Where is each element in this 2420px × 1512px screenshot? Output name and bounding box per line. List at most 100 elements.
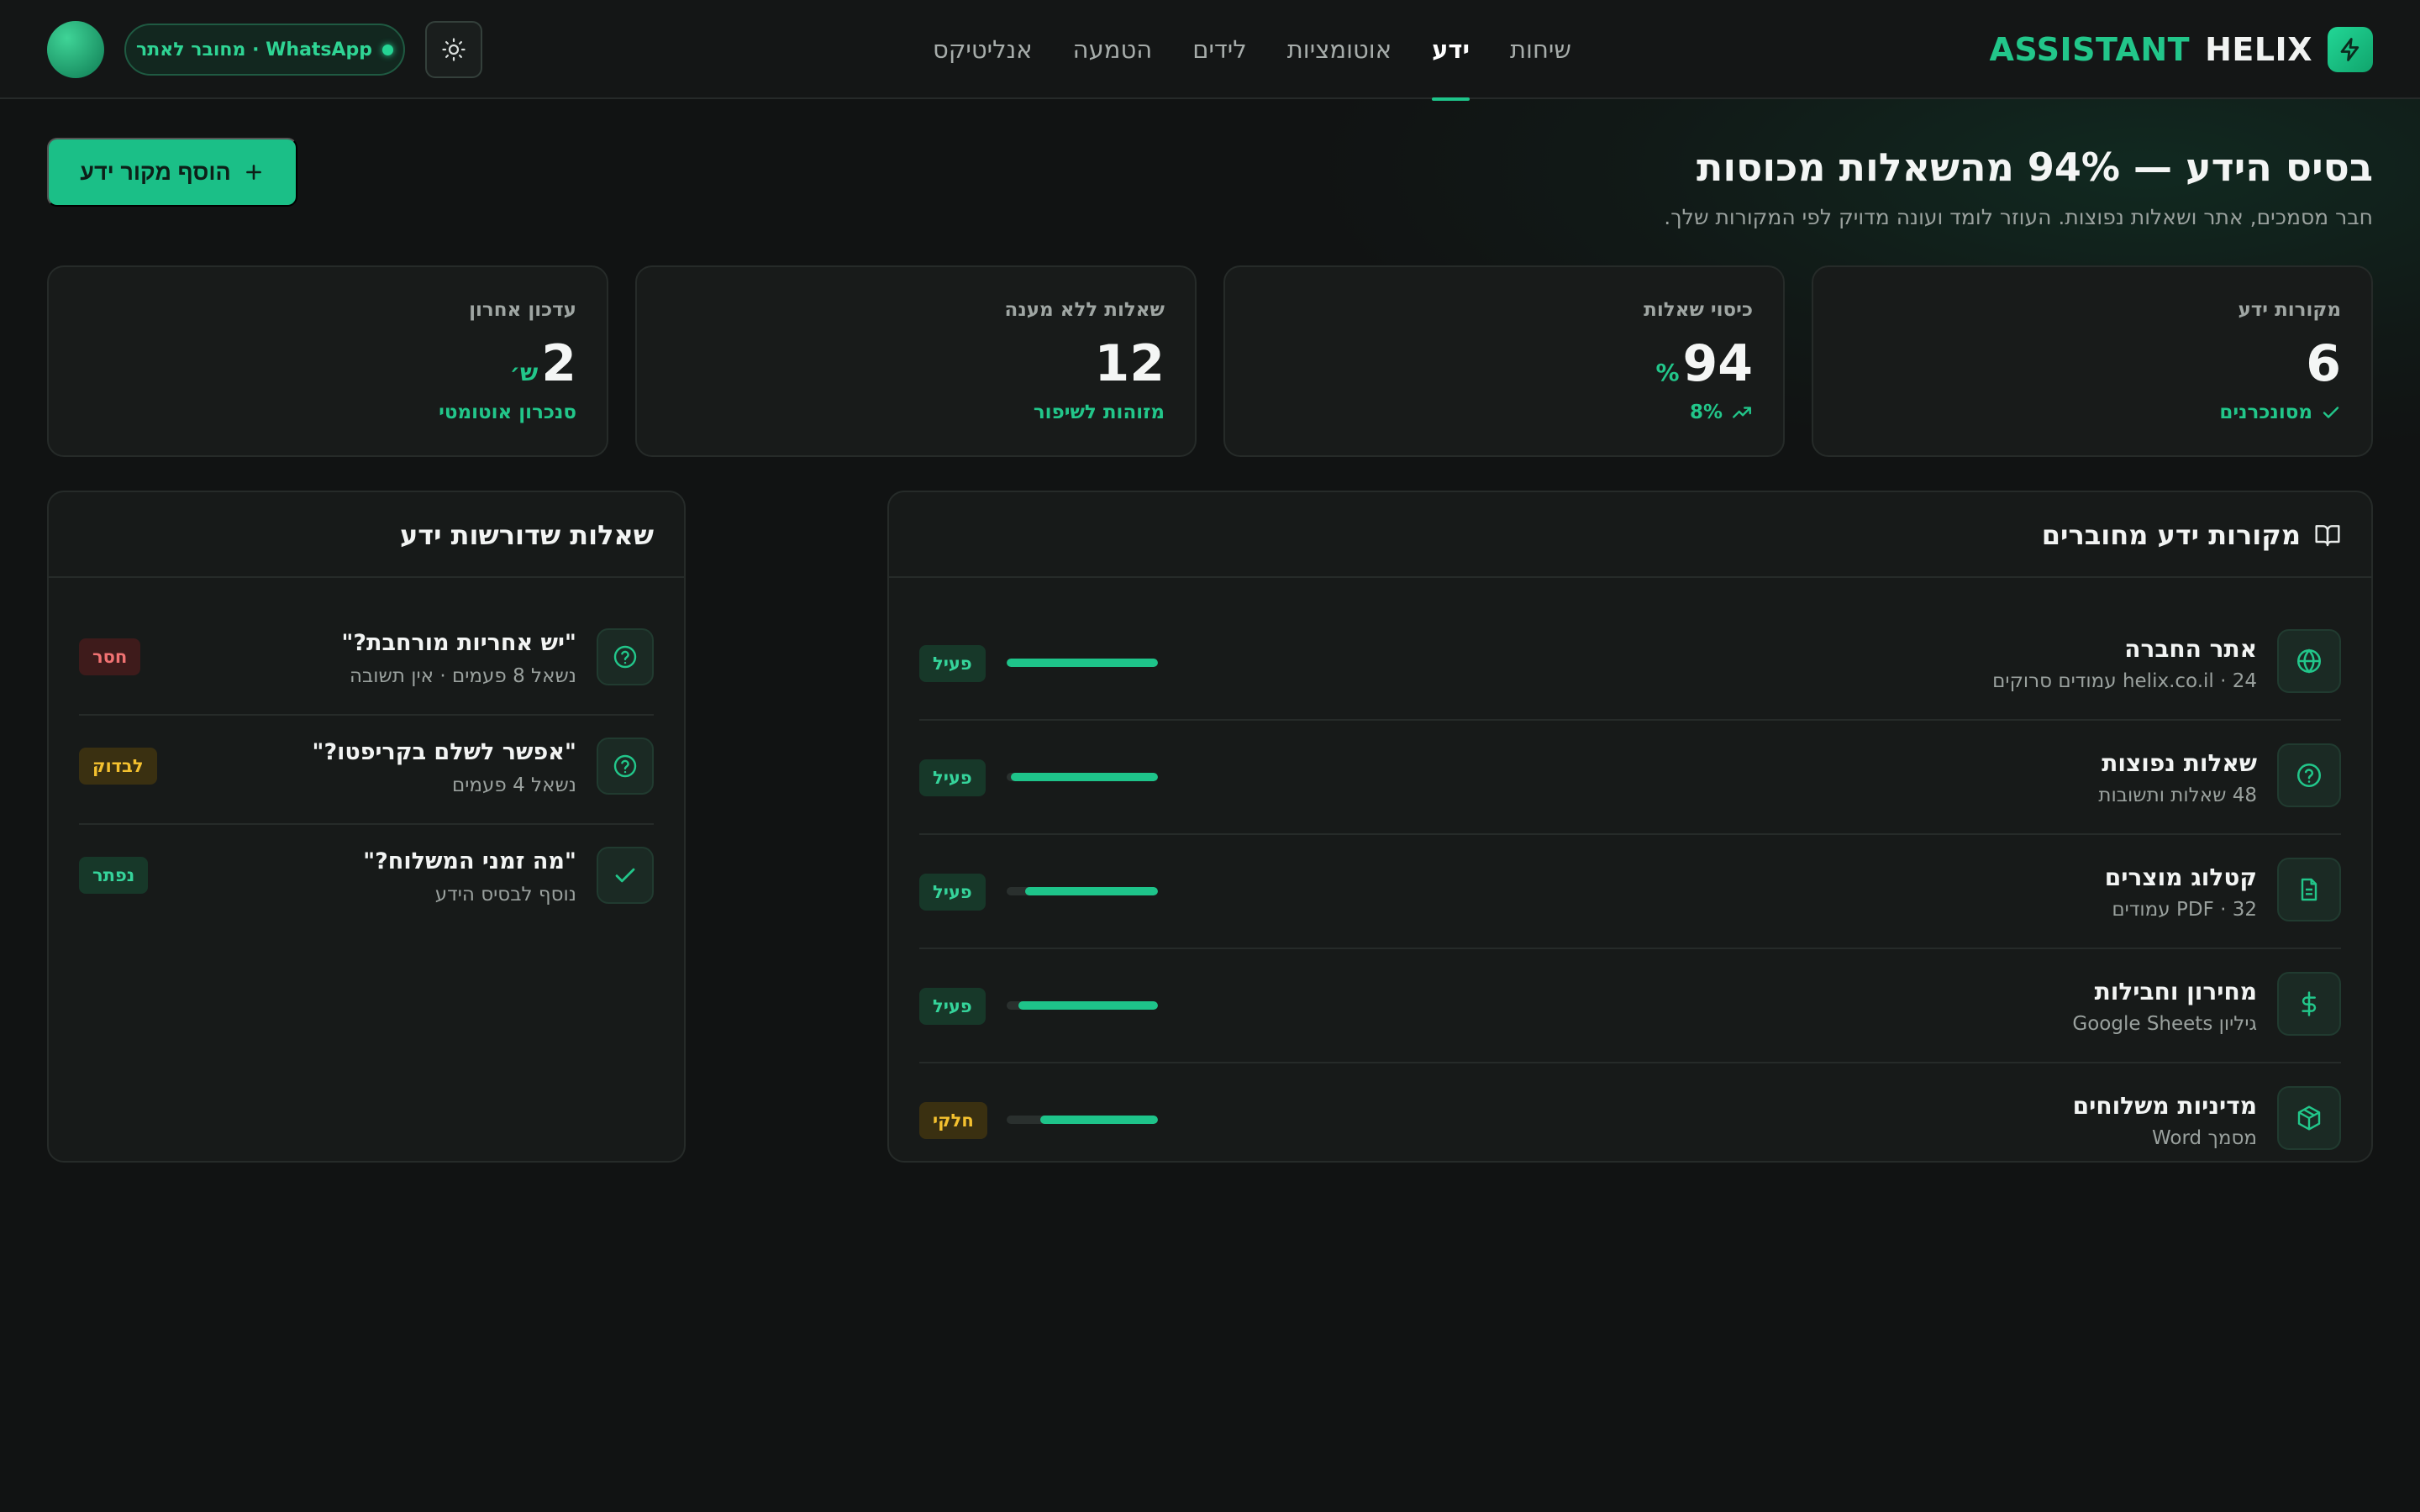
source-row[interactable]: מחירון וחבילות גיליון Google Sheets פעיל	[919, 949, 2341, 1063]
stat-number: 94	[1682, 334, 1754, 393]
source-row[interactable]: אתר החברה helix.co.il · 24 עמודים סרוקים…	[919, 606, 2341, 721]
stat-unit: ש׳	[509, 359, 539, 386]
add-knowledge-source-button[interactable]: הוסף מקור ידע	[47, 138, 297, 207]
nav-conversations[interactable]: שיחות	[1510, 0, 1571, 99]
whatsapp-status-text: WhatsApp · מחובר לאתר	[135, 39, 373, 60]
main-nav: אנליטיקס הטמעה לידים אוטומציות ידע שיחות	[933, 0, 1571, 101]
plus-icon	[243, 161, 265, 183]
nav-embed[interactable]: הטמעה	[1073, 0, 1153, 99]
nav-automations[interactable]: אוטומציות	[1287, 0, 1392, 99]
status-badge: נפתר	[79, 857, 149, 894]
source-row[interactable]: שאלות נפוצות 48 שאלות ותשובות פעיל	[919, 721, 2341, 835]
question-title: "יש אחריות מורחבת?"	[341, 630, 576, 656]
nav-analytics[interactable]: אנליטיקס	[933, 0, 1033, 99]
stat-card-unanswered: שאלות ללא מענה 12 מזוהות לשיפור	[635, 265, 1197, 457]
online-dot-icon	[382, 44, 394, 55]
status-badge: פעיל	[919, 874, 986, 911]
source-meta: helix.co.il · 24 עמודים סרוקים	[1992, 670, 2257, 692]
sources-panel-title: מקורות ידע מחוברים	[2042, 519, 2341, 551]
source-name: קטלוג מוצרים	[2104, 864, 2257, 891]
stat-card-sources: מקורות ידע 6 מסונכרנים	[1812, 265, 2373, 457]
check-icon	[2321, 402, 2341, 423]
theme-toggle-button[interactable]	[425, 21, 482, 78]
stat-unit: %	[1655, 359, 1680, 386]
source-name: מדיניות משלוחים	[2072, 1092, 2257, 1120]
globe-icon	[2277, 629, 2341, 693]
question-row[interactable]: "מה זמני המשלוח?" נוסף לבסיס הידע נפתר	[79, 825, 654, 934]
source-progress-fill	[1007, 659, 1158, 667]
source-progress-fill	[1018, 1001, 1158, 1010]
page-title: בסיס הידע — 94% מהשאלות מכוסות	[1696, 144, 2373, 190]
book-open-icon	[2314, 522, 2341, 549]
status-badge: חסר	[79, 638, 141, 675]
status-badge: חלקי	[919, 1102, 987, 1139]
bolt-icon	[2328, 27, 2373, 72]
check-icon	[597, 847, 654, 904]
stat-value: 94 %	[1655, 334, 1753, 393]
sources-panel-title-text: מקורות ידע מחוברים	[2041, 519, 2301, 551]
stat-card-last-update: עדכון אחרון 2 ש׳ סנכרון אוטומטי	[47, 265, 608, 457]
source-row[interactable]: מדיניות משלוחים מסמך Word חלקי	[919, 1063, 2341, 1161]
stat-foot-text: מזוהות לשיפור	[1033, 402, 1165, 423]
stat-number: 12	[1094, 334, 1165, 393]
stat-foot: סנכרון אוטומטי	[439, 402, 576, 423]
stat-foot: מזוהות לשיפור	[1034, 402, 1165, 423]
stat-label: כיסוי שאלות	[1644, 299, 1753, 321]
source-progress-fill	[1039, 1116, 1158, 1124]
brand[interactable]: ASSISTANT HELIX	[1990, 27, 2373, 72]
status-badge: פעיל	[919, 988, 986, 1025]
stat-label: עדכון אחרון	[469, 299, 576, 321]
source-name: מחירון וחבילות	[2094, 978, 2257, 1005]
stat-value: 6	[2306, 334, 2341, 393]
question-meta: נוסף לבסיס הידע	[434, 884, 576, 906]
source-progress-track	[1007, 773, 1158, 781]
source-meta: 48 שאלות ותשובות	[2098, 785, 2257, 806]
question-meta: נשאל 8 פעמים · אין תשובה	[349, 665, 576, 687]
stat-foot-text: 8%	[1689, 402, 1723, 423]
source-progress-track	[1007, 1001, 1158, 1010]
stat-foot: 8%	[1690, 402, 1753, 423]
stat-label: שאלות ללא מענה	[1004, 299, 1165, 321]
questions-panel-title: שאלות שדורשות ידע	[399, 519, 654, 551]
question-row[interactable]: "אפשר לשלם בקריפטו?" נשאל 4 פעמים לבדוק	[79, 716, 654, 825]
box-icon	[2277, 1086, 2341, 1150]
file-icon	[2277, 858, 2341, 921]
stat-value: 12	[1095, 334, 1165, 393]
stat-number: 2	[541, 334, 576, 393]
stat-foot-text: מסונכרנים	[2219, 402, 2312, 423]
whatsapp-status-pill[interactable]: WhatsApp · מחובר לאתר	[124, 24, 405, 76]
nav-leads[interactable]: לידים	[1192, 0, 1247, 99]
stat-value: 2 ש׳	[510, 334, 576, 393]
status-badge: לבדוק	[79, 748, 157, 785]
avatar[interactable]	[47, 21, 104, 78]
stat-label: מקורות ידע	[2238, 299, 2341, 321]
stat-foot-text: סנכרון אוטומטי	[439, 402, 576, 423]
sources-panel-header: מקורות ידע מחוברים	[889, 492, 2371, 578]
status-badge: פעיל	[919, 759, 986, 796]
source-progress-fill	[1011, 773, 1158, 781]
page-subtitle: חבר מסמכים, אתר ושאלות נפוצות. העוזר לומ…	[1664, 205, 2373, 229]
source-row[interactable]: קטלוג מוצרים PDF · 32 עמודים פעיל	[919, 835, 2341, 949]
question-title: "מה זמני המשלוח?"	[363, 848, 576, 874]
nav-knowledge[interactable]: ידע	[1432, 0, 1470, 101]
source-meta: גיליון Google Sheets	[2072, 1013, 2257, 1035]
dollar-icon	[2277, 972, 2341, 1036]
question-title: "אפשר לשלם בקריפטו?"	[312, 739, 576, 765]
question-icon	[597, 628, 654, 685]
trending-up-icon	[1731, 402, 1753, 423]
top-bar: ASSISTANT HELIX אנליטיקס הטמעה לידים אוט…	[0, 0, 2420, 101]
question-meta: נשאל 4 פעמים	[451, 774, 576, 796]
source-progress-fill	[1024, 887, 1158, 895]
sun-icon	[441, 37, 466, 62]
questions-panel: שאלות שדורשות ידע "יש אחריות מורחבת?" נש…	[47, 491, 686, 1163]
question-row[interactable]: "יש אחריות מורחבת?" נשאל 8 פעמים · אין ת…	[79, 606, 654, 716]
source-meta: מסמך Word	[2152, 1127, 2257, 1149]
source-name: שאלות נפוצות	[2102, 749, 2257, 777]
source-progress-track	[1007, 887, 1158, 895]
stat-number: 6	[2306, 334, 2341, 393]
question-icon	[597, 738, 654, 795]
questions-panel-header: שאלות שדורשות ידע	[49, 492, 684, 578]
source-name: אתר החברה	[2124, 635, 2257, 663]
source-progress-track	[1007, 659, 1158, 667]
status-badge: פעיל	[919, 645, 986, 682]
